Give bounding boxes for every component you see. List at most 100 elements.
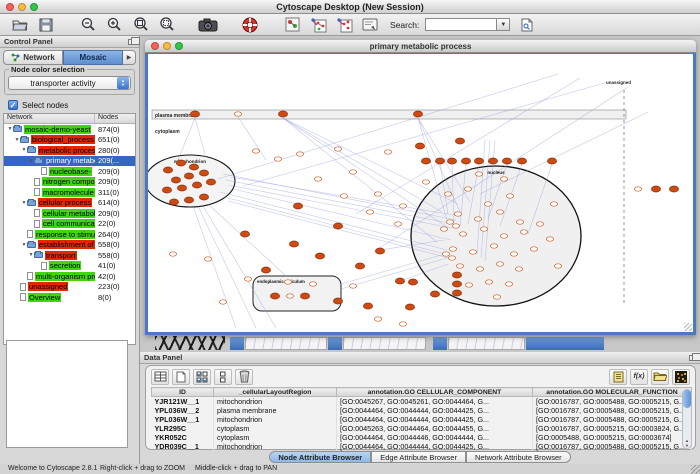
- network-node[interactable]: [219, 300, 226, 304]
- network-node[interactable]: [199, 194, 208, 200]
- table-cell[interactable]: [GO:0016787, GO:0005488, GO:0005215, G..…: [533, 406, 692, 415]
- network-node[interactable]: [530, 247, 537, 251]
- network-node[interactable]: [505, 282, 512, 286]
- network-node[interactable]: [169, 199, 178, 205]
- float-panel-icon[interactable]: [128, 39, 135, 45]
- network-node[interactable]: [234, 112, 241, 116]
- background-frame-fragment[interactable]: [343, 337, 426, 350]
- network-node[interactable]: [374, 192, 381, 196]
- birdseye-view-panel[interactable]: [6, 340, 128, 448]
- table-row[interactable]: YPL036W__1mitochondrion[GO:0044464, GO:0…: [152, 415, 692, 424]
- background-frame-fragment[interactable]: [433, 337, 447, 350]
- matrix-icon[interactable]: [672, 369, 690, 385]
- select-attributes-icon[interactable]: [193, 369, 211, 385]
- tab-mosaic[interactable]: Mosaic: [63, 50, 123, 65]
- network-node[interactable]: [464, 187, 471, 191]
- network-node[interactable]: [394, 222, 401, 226]
- table-row[interactable]: YDR039C__1mitochondrion[GO:0044464, GO:0…: [152, 442, 692, 451]
- tree-row[interactable]: Overview8(0): [4, 292, 135, 303]
- network-node[interactable]: [448, 256, 455, 260]
- tree-row[interactable]: macromolecule311(0): [4, 187, 135, 198]
- network-node[interactable]: [270, 293, 279, 299]
- network-node[interactable]: [421, 158, 430, 164]
- tree-row[interactable]: cell communicat22(0): [4, 219, 135, 230]
- network-node[interactable]: [500, 177, 507, 181]
- table-column-header[interactable]: _cellularLayoutRegion: [214, 388, 337, 397]
- network-node[interactable]: [289, 241, 298, 247]
- network-node[interactable]: [454, 212, 461, 216]
- network-node[interactable]: [296, 152, 303, 156]
- network-node[interactable]: [162, 187, 171, 193]
- network-node[interactable]: [461, 158, 470, 164]
- network-node[interactable]: [349, 170, 356, 174]
- network-node[interactable]: [333, 298, 342, 304]
- table-cell[interactable]: [GO:0044464, GO:0044444, GO:0044425, G..…: [337, 442, 533, 451]
- network-node[interactable]: [334, 147, 341, 151]
- open-folder-icon[interactable]: [651, 369, 669, 385]
- table-cell[interactable]: mitochondrion: [214, 397, 337, 407]
- table-cell[interactable]: [GO:0045267, GO:0045261, GO:0044464, G..…: [337, 397, 533, 407]
- tree-row[interactable]: ▼establishment of lo558(0): [4, 240, 135, 251]
- annotation-icon[interactable]: [360, 16, 380, 34]
- network-node[interactable]: [171, 177, 180, 183]
- network-node[interactable]: [452, 224, 459, 228]
- tree-row[interactable]: nitrogen compo209(0): [4, 177, 135, 188]
- network-node[interactable]: [651, 186, 660, 192]
- search-dropdown-icon[interactable]: ▼: [497, 18, 510, 31]
- network-node[interactable]: [459, 232, 466, 236]
- table-cell[interactable]: YDR039C__1: [152, 442, 214, 451]
- table-row[interactable]: YPL036W__2plasma membrane[GO:0044464, GO…: [152, 406, 692, 415]
- table-cell[interactable]: [GO:0016787, GO:0005488, GO:0005215, G..…: [533, 415, 692, 424]
- network-node[interactable]: [554, 264, 561, 268]
- network-node[interactable]: [169, 252, 176, 256]
- table-grid-icon[interactable]: [151, 369, 169, 385]
- network-node[interactable]: [300, 293, 309, 299]
- table-cell[interactable]: YPL036W__2: [152, 406, 214, 415]
- tree-row[interactable]: ▼biological_process651(0): [4, 135, 135, 146]
- network-canvas[interactable]: plasma membranecytoplasmunassignedmitoch…: [148, 54, 693, 332]
- network-node[interactable]: [435, 158, 444, 164]
- network-node[interactable]: [363, 303, 372, 309]
- network-node[interactable]: [634, 187, 641, 191]
- network-node[interactable]: [309, 282, 316, 286]
- network-node[interactable]: [517, 158, 526, 164]
- background-frame-fragment[interactable]: [245, 337, 327, 350]
- network-node[interactable]: [465, 283, 472, 287]
- table-column-header[interactable]: ID: [152, 388, 214, 397]
- trash-icon[interactable]: [235, 369, 253, 385]
- network-node[interactable]: [199, 170, 208, 176]
- table-cell[interactable]: [GO:0044464, GO:0044444, GO:0044425, G..…: [337, 415, 533, 424]
- network-node[interactable]: [669, 186, 678, 192]
- background-frame-fragment[interactable]: [328, 337, 342, 350]
- tree-row[interactable]: ▼cellular process614(0): [4, 198, 135, 209]
- network-node[interactable]: [375, 248, 384, 254]
- scrollbar-thumb[interactable]: [683, 390, 691, 408]
- nucleus-region[interactable]: [411, 166, 581, 306]
- network-node[interactable]: [366, 210, 373, 214]
- background-frame-fragment[interactable]: [526, 337, 604, 350]
- table-cell[interactable]: [GO:0045263, GO:0044464, GO:0044455, G..…: [337, 424, 533, 433]
- network-node[interactable]: [442, 252, 449, 256]
- network-node[interactable]: [190, 111, 199, 117]
- network-node[interactable]: [474, 158, 483, 164]
- table-cell[interactable]: [GO:0005488, GO:0005215, GO:0003674]: [533, 433, 692, 442]
- help-lifesaver-icon[interactable]: [240, 16, 260, 34]
- table-cell[interactable]: [GO:0044464, GO:0044446, GO:0044444, G..…: [337, 433, 533, 442]
- table-cell[interactable]: [GO:0016787, GO:0005215, GO:0003824, G..…: [533, 424, 692, 433]
- table-cell[interactable]: YLR295C: [152, 424, 214, 433]
- network-node[interactable]: [278, 111, 287, 117]
- zoom-out-icon[interactable]: [78, 16, 98, 34]
- network-node[interactable]: [252, 149, 259, 153]
- float-data-panel-icon[interactable]: [689, 355, 696, 361]
- select-nodes-checkbox[interactable]: ✓: [8, 100, 18, 110]
- tree-column-nodes[interactable]: Nodes: [95, 114, 135, 123]
- background-frame-fragment[interactable]: [155, 336, 225, 350]
- network-node[interactable]: [536, 222, 543, 226]
- network-node[interactable]: [456, 264, 463, 268]
- network-node[interactable]: [261, 267, 270, 273]
- formula-icon[interactable]: f(x): [630, 369, 648, 385]
- table-cell[interactable]: YPL036W__1: [152, 415, 214, 424]
- search-config-icon[interactable]: [516, 16, 536, 34]
- network-node[interactable]: [475, 172, 482, 176]
- network-node[interactable]: [496, 262, 503, 266]
